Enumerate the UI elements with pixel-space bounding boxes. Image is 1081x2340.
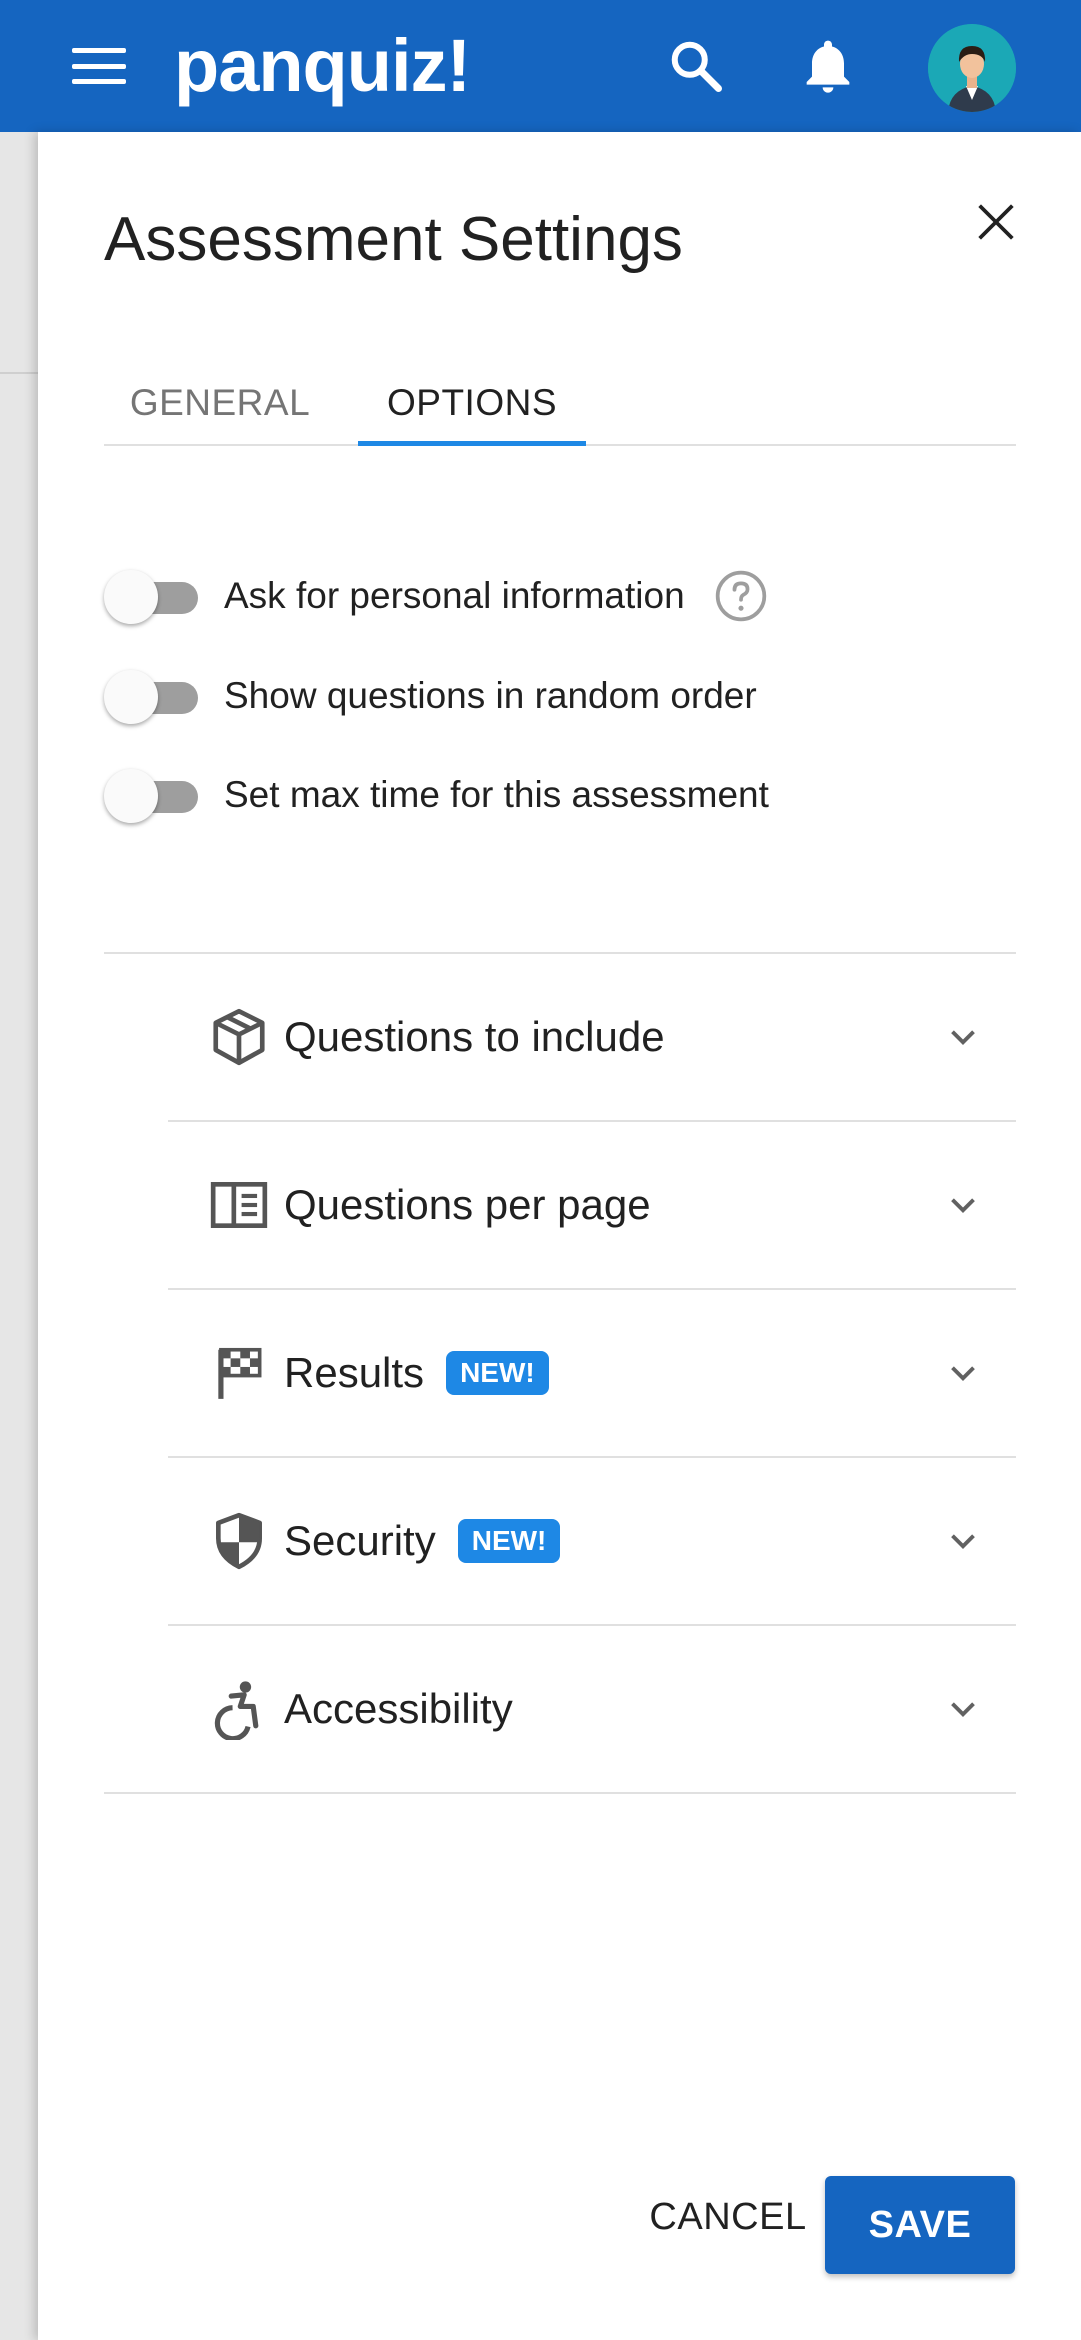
bell-icon[interactable] (796, 32, 860, 100)
search-icon[interactable] (666, 36, 726, 96)
page-backdrop (0, 132, 38, 2340)
accessibility-icon (214, 1681, 259, 1740)
drawer-title: Assessment Settings (104, 205, 683, 274)
app-bar: panquiz! (0, 0, 1081, 132)
cancel-button[interactable]: CANCEL (618, 2172, 838, 2262)
tab-bar: GENERAL OPTIONS (104, 360, 1016, 446)
section-questions-per-page[interactable]: Questions per page (168, 1122, 1016, 1290)
app-logo[interactable]: panquiz! (174, 18, 471, 114)
toggle-row-personal-info: Ask for personal information (104, 561, 769, 631)
toggle-label: Ask for personal information (224, 575, 685, 616)
personal-info-switch[interactable] (104, 566, 200, 626)
section-label: Accessibility (284, 1685, 513, 1732)
settings-drawer: Assessment Settings GENERAL OPTIONS Ask … (38, 132, 1081, 2340)
help-circle-icon[interactable] (713, 568, 769, 624)
tab-indicator (358, 441, 586, 446)
toggle-label: Set max time for this assessment (224, 774, 769, 815)
new-badge: NEW! (446, 1351, 549, 1395)
section-label: Security (284, 1517, 436, 1564)
section-results[interactable]: Results NEW! (168, 1290, 1016, 1458)
max-time-switch[interactable] (104, 765, 200, 825)
chevron-down-icon[interactable] (942, 1520, 984, 1562)
toggle-row-max-time: Set max time for this assessment (104, 760, 769, 830)
chevron-down-icon[interactable] (942, 1184, 984, 1226)
section-label: Results (284, 1349, 425, 1396)
section-label: Questions per page (284, 1181, 651, 1228)
tab-options[interactable]: OPTIONS (358, 360, 586, 446)
toggle-row-random-order: Show questions in random order (104, 661, 757, 731)
checkered-flag-icon (218, 1347, 262, 1399)
new-badge: NEW! (457, 1519, 561, 1563)
tab-general[interactable]: GENERAL (104, 360, 336, 446)
page-layout-icon (210, 1182, 268, 1228)
chevron-down-icon[interactable] (942, 1688, 984, 1730)
cube-icon (213, 1008, 265, 1066)
section-questions-to-include[interactable]: Questions to include (168, 954, 1016, 1122)
save-button[interactable]: SAVE (825, 2176, 1015, 2274)
close-icon[interactable] (968, 194, 1024, 250)
toggle-label: Show questions in random order (224, 675, 757, 716)
section-accessibility[interactable]: Accessibility (104, 1626, 1016, 1794)
section-label: Questions to include (284, 1013, 665, 1060)
avatar[interactable] (928, 24, 1016, 112)
random-order-switch[interactable] (104, 666, 200, 726)
menu-icon[interactable] (66, 44, 132, 88)
chevron-down-icon[interactable] (942, 1352, 984, 1394)
shield-icon (216, 1512, 262, 1570)
chevron-down-icon[interactable] (942, 1016, 984, 1058)
section-security[interactable]: Security NEW! (168, 1458, 1016, 1626)
